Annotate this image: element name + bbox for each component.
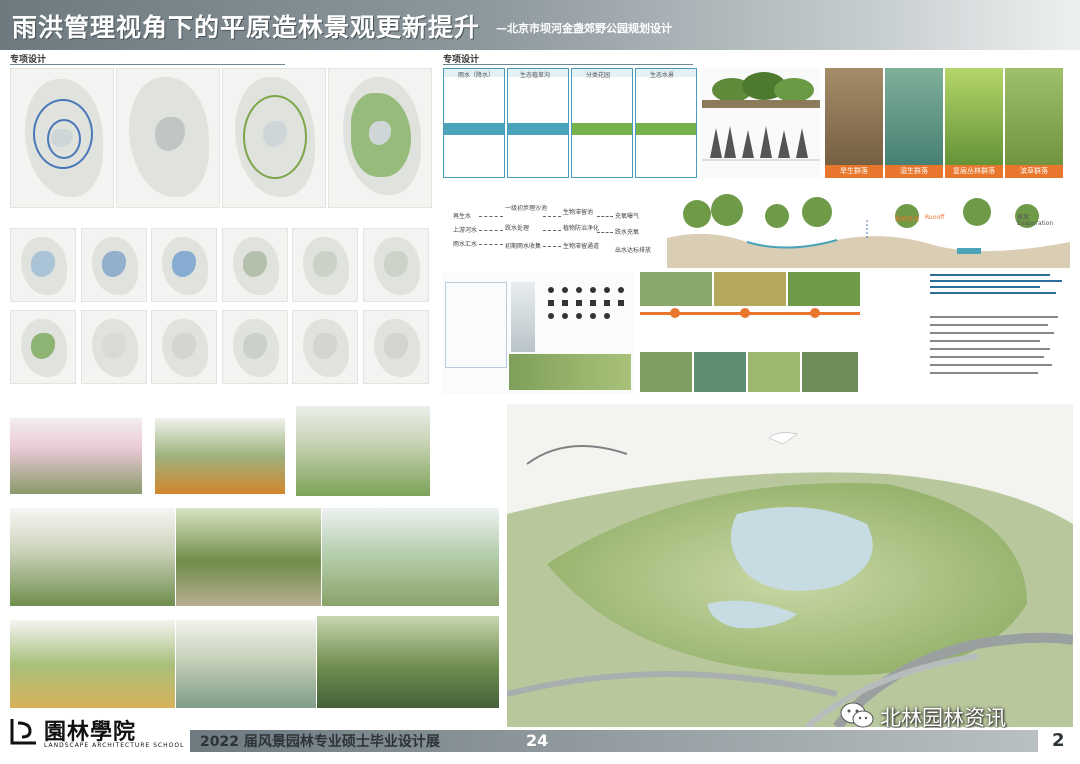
- hydro-column-1: 雨水（降水）: [443, 68, 505, 178]
- render-poplar-grove: [10, 508, 175, 606]
- planting-photo-grid: [640, 272, 860, 394]
- hydro-column-3: 分类花园: [571, 68, 633, 178]
- section-rule-right: [443, 64, 693, 65]
- forest-photo-layered: 复层丛林群落: [945, 68, 1003, 178]
- forest-photo-dry: 旱生群落: [825, 68, 883, 178]
- signage-design-panel: [443, 272, 635, 394]
- analysis-plan-8: [80, 310, 147, 384]
- render-riverside-seating: [322, 508, 499, 606]
- analysis-plan-7: [10, 310, 76, 384]
- woodland-section-render: [702, 68, 820, 178]
- site-plan-4: [328, 68, 432, 208]
- school-logo: 園林學院 LANDSCAPE ARCHITECTURE SCHOOL: [8, 713, 188, 753]
- wechat-icon: [840, 702, 874, 728]
- site-plan-1: [10, 68, 114, 208]
- analysis-plan-9: [151, 310, 217, 384]
- exhibit-number: 24: [526, 731, 549, 750]
- analysis-plan-3: [151, 228, 217, 302]
- render-meadow-field: [10, 620, 175, 708]
- site-plan-3: [222, 68, 326, 208]
- design-notes: [930, 272, 1070, 394]
- forest-photo-wet: 湿生群落: [885, 68, 943, 178]
- analysis-plan-12: [362, 310, 429, 384]
- forest-photo-grass: 滨草群落: [1005, 68, 1063, 178]
- hydrology-diagram: 雨水（降水） 生态植草沟 分类花园 生态水景: [443, 68, 699, 178]
- analysis-plan-11: [292, 310, 358, 384]
- analysis-plan-10: [221, 310, 288, 384]
- page-title: 雨洪管理视角下的平原造林景观更新提升: [12, 13, 481, 42]
- hydro-column-4: 生态水景: [635, 68, 697, 178]
- school-emblem-icon: [10, 719, 36, 745]
- school-name-en: LANDSCAPE ARCHITECTURE SCHOOL: [44, 742, 185, 749]
- render-flower-garden: [155, 418, 285, 494]
- site-plan-2: [116, 68, 220, 208]
- render-cherry-blossom: [10, 418, 142, 494]
- render-wetland-boardwalk: [296, 406, 430, 496]
- page-subtitle: —北京市坝河金盏郊野公园规划设计: [496, 22, 672, 35]
- hydro-column-2: 生态植草沟: [507, 68, 569, 178]
- render-wetland-forest: [176, 620, 316, 708]
- analysis-plan-1: [10, 228, 76, 302]
- analysis-plan-5: [292, 228, 358, 302]
- site-section-drawing: 地表径流 Runoff 蒸发 Evaporation: [667, 190, 1070, 268]
- analysis-plan-6: [362, 228, 429, 302]
- section-rule-left: [10, 64, 285, 65]
- header-banner: 雨洪管理视角下的平原造林景观更新提升 —北京市坝河金盏郊野公园规划设计: [0, 0, 1080, 50]
- render-dense-woodland: [317, 616, 499, 708]
- aerial-master-render: [507, 404, 1073, 727]
- page-number: 2: [1052, 730, 1065, 751]
- water-treatment-flowchart: 再生水 上游河水 雨水汇水 一级初步理沙池 跌水处理 初期雨水收集 生物滞留池 …: [453, 205, 652, 254]
- render-forest-plaza: [176, 508, 321, 606]
- exhibition-title: 2022 届风景园林专业硕士毕业设计展: [200, 734, 440, 750]
- analysis-plan-2: [80, 228, 147, 302]
- analysis-plan-4: [221, 228, 288, 302]
